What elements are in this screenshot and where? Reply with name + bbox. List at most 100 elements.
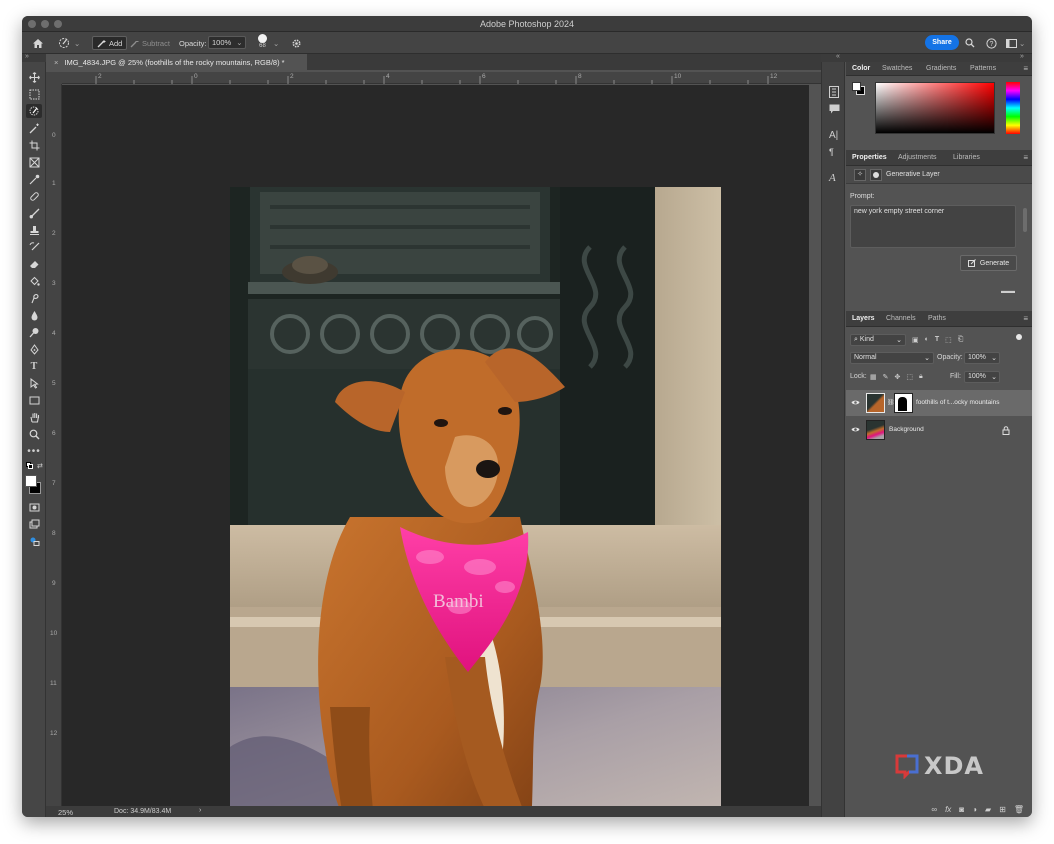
lock-artboard-icon[interactable]: ⬚ xyxy=(906,373,913,381)
path-selection-tool-icon[interactable] xyxy=(26,376,42,390)
lock-transparency-icon[interactable]: ▦ xyxy=(870,373,877,381)
collapse-panels-icon[interactable]: » xyxy=(1020,53,1024,60)
prompt-input[interactable]: new york empty street corner xyxy=(850,205,1016,248)
lock-pixels-icon[interactable]: ✎ xyxy=(883,373,889,381)
link-layers-icon[interactable]: ∞ xyxy=(931,805,937,814)
horizontal-ruler[interactable]: 2 0 2 4 6 8 10 12 xyxy=(62,72,821,84)
screen-mode-icon[interactable] xyxy=(26,517,42,531)
character-panel-icon[interactable]: A| xyxy=(829,130,838,141)
expand-toolbar-icon[interactable]: » xyxy=(25,53,29,60)
visibility-eye-icon[interactable] xyxy=(851,398,860,407)
tab-channels[interactable]: Channels xyxy=(886,315,916,322)
collapse-strip-icon[interactable]: « xyxy=(836,53,840,60)
shape-filter-icon[interactable]: ⬚ xyxy=(945,336,952,344)
close-tab-icon[interactable]: × xyxy=(54,58,58,67)
panel-menu-icon[interactable]: ≡ xyxy=(1023,153,1028,162)
more-tools-icon[interactable]: ••• xyxy=(26,444,42,458)
type-tool-icon[interactable]: T xyxy=(26,359,42,373)
panel-menu-icon[interactable]: ≡ xyxy=(1023,314,1028,323)
history-panel-icon[interactable] xyxy=(829,86,839,100)
status-menu-arrow[interactable]: › xyxy=(199,807,201,814)
document-image[interactable]: Bambi xyxy=(230,187,721,817)
quick-mask-icon[interactable] xyxy=(26,500,42,514)
home-icon[interactable] xyxy=(32,36,44,50)
layer-filter-select[interactable]: ⌕ Kind ⌄ xyxy=(850,334,906,346)
crop-tool-icon[interactable] xyxy=(26,138,42,152)
foreground-color-swatch[interactable] xyxy=(25,475,37,487)
gear-icon[interactable] xyxy=(291,36,302,50)
color-swatches-icon[interactable] xyxy=(852,82,866,96)
selection-brush-tool-icon[interactable] xyxy=(26,104,42,118)
adjustment-filter-icon[interactable]: ◐ xyxy=(925,336,929,344)
share-button[interactable]: Share xyxy=(925,35,959,50)
trash-icon[interactable]: 🗑︎ xyxy=(1014,805,1024,814)
canvas-area[interactable]: Bambi xyxy=(62,85,809,817)
eyedropper-tool-icon[interactable] xyxy=(26,172,42,186)
dodge-tool-icon[interactable] xyxy=(26,325,42,339)
healing-brush-tool-icon[interactable] xyxy=(26,189,42,203)
generate-button[interactable]: Generate xyxy=(960,255,1017,271)
variation-dots-icon[interactable]: ▬▬ xyxy=(1001,288,1015,295)
vertical-ruler[interactable]: 0 1 2 3 4 5 6 7 8 9 10 11 12 xyxy=(46,84,62,806)
glyphs-panel-icon[interactable]: A xyxy=(829,172,836,184)
default-colors-icon[interactable] xyxy=(26,462,34,470)
properties-scrollbar[interactable] xyxy=(1023,208,1027,232)
new-group-icon[interactable]: ▰ xyxy=(985,805,991,814)
layer-opacity-input[interactable]: 100% ⌄ xyxy=(964,352,1000,364)
move-tool-icon[interactable] xyxy=(26,70,42,84)
edit-toolbar-icon[interactable] xyxy=(26,534,42,548)
subtract-mode-button[interactable]: Subtract xyxy=(126,36,174,50)
tab-properties[interactable]: Properties xyxy=(852,154,887,161)
zoom-tool-icon[interactable] xyxy=(26,427,42,441)
brush-tool-icon[interactable] xyxy=(26,206,42,220)
tab-layers[interactable]: Layers xyxy=(852,315,875,322)
chevron-down-icon[interactable]: ⌄ xyxy=(273,36,279,50)
hue-slider[interactable] xyxy=(1006,82,1020,134)
paint-bucket-tool-icon[interactable] xyxy=(26,274,42,288)
clone-stamp-tool-icon[interactable] xyxy=(26,223,42,237)
help-icon[interactable]: ? xyxy=(986,36,997,50)
magic-wand-tool-icon[interactable] xyxy=(26,121,42,135)
eraser-tool-icon[interactable] xyxy=(26,257,42,271)
hand-tool-icon[interactable] xyxy=(26,410,42,424)
layer-style-icon[interactable]: fx xyxy=(945,805,951,814)
brush-size-picker[interactable]: 68 xyxy=(258,34,267,52)
tab-libraries[interactable]: Libraries xyxy=(953,154,980,161)
tab-patterns[interactable]: Patterns xyxy=(970,65,996,72)
adjustment-layer-icon[interactable]: ◑ xyxy=(972,805,977,814)
workspace-icon[interactable]: ⌄ xyxy=(1006,36,1025,50)
pen-tool-icon[interactable] xyxy=(26,342,42,356)
fill-input[interactable]: 100% ⌄ xyxy=(964,371,1000,383)
tab-gradients[interactable]: Gradients xyxy=(926,65,956,72)
smart-object-filter-icon[interactable]: ⎗ xyxy=(958,336,964,344)
zoom-level[interactable]: 25% xyxy=(58,808,73,817)
comments-icon[interactable] xyxy=(829,104,840,116)
frame-tool-icon[interactable] xyxy=(26,155,42,169)
tab-color[interactable]: Color xyxy=(852,65,870,72)
swap-colors-icon[interactable]: ⇄ xyxy=(37,462,43,470)
opacity-select[interactable]: 100% ⌄ xyxy=(208,36,246,49)
selection-brush-preset-icon[interactable]: ⌄ xyxy=(58,36,80,50)
tab-swatches[interactable]: Swatches xyxy=(882,65,912,72)
layer-row-generative[interactable]: ⛓︎ foothills of t...ocky mountains xyxy=(846,390,1032,416)
tab-adjustments[interactable]: Adjustments xyxy=(898,154,937,161)
tab-paths[interactable]: Paths xyxy=(928,315,946,322)
visibility-eye-icon[interactable] xyxy=(851,425,860,434)
new-layer-icon[interactable]: ⊞ xyxy=(999,805,1006,814)
search-icon[interactable] xyxy=(965,36,975,50)
rectangle-tool-icon[interactable] xyxy=(26,393,42,407)
color-field[interactable] xyxy=(875,82,995,134)
layer-row-background[interactable]: Background xyxy=(846,417,1032,443)
panel-menu-icon[interactable]: ≡ xyxy=(1023,64,1028,73)
lock-all-icon[interactable]: 🔒︎ xyxy=(919,373,923,381)
blur-tool-icon[interactable] xyxy=(26,308,42,322)
type-filter-icon[interactable]: T xyxy=(935,336,939,344)
smudge-tool-icon[interactable] xyxy=(26,291,42,305)
add-mask-icon[interactable]: ◙ xyxy=(959,805,964,814)
history-brush-tool-icon[interactable] xyxy=(26,240,42,254)
paragraph-panel-icon[interactable]: ¶ xyxy=(829,147,834,157)
filter-toggle[interactable] xyxy=(1016,334,1022,340)
pixel-filter-icon[interactable]: ▣ xyxy=(912,336,919,344)
lock-position-icon[interactable]: ✥ xyxy=(895,373,901,381)
marquee-tool-icon[interactable] xyxy=(26,87,42,101)
